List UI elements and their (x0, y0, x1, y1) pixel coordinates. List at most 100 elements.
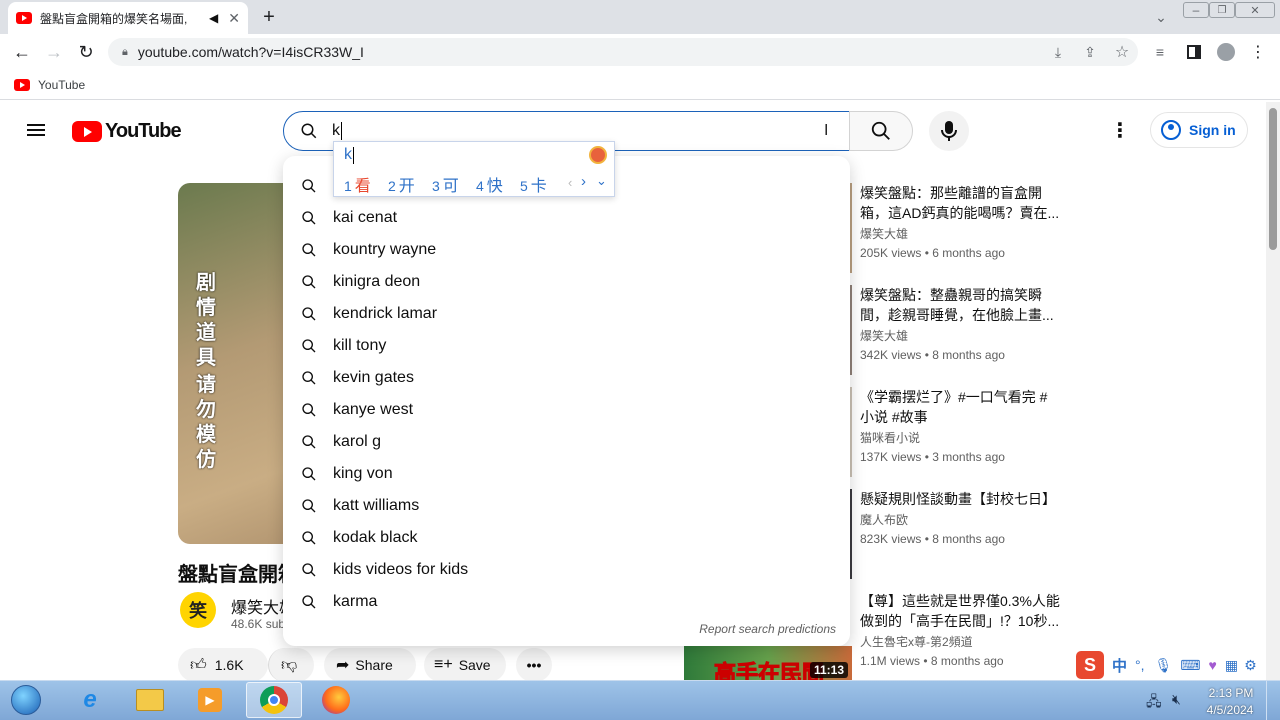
lock-icon[interactable]: 🔒︎ (122, 46, 128, 59)
save-button[interactable]: ≡+ Save (424, 648, 506, 682)
sidebar-thumbnail-5[interactable]: 高手在民間 11:13 (684, 646, 852, 680)
ime-settings-icon[interactable]: ⚙︎ (1244, 657, 1257, 674)
sidebar-item-3[interactable]: 《学霸摆烂了》#一口气看完 #小说 #故事 猫咪看小说 137K views •… (860, 387, 1060, 464)
clock-time[interactable]: 2:13 PM (1208, 686, 1254, 700)
show-desktop-button[interactable] (1266, 681, 1280, 720)
sidebar-item-4[interactable]: 懸疑規則怪談動畫【封校七日】 魔人布欧 823K views • 8 month… (860, 489, 1060, 546)
chrome-menu-icon[interactable]: ⋮ (1246, 40, 1270, 64)
more-actions-button[interactable]: ••• (516, 648, 552, 682)
suggestion-text: katt williams (333, 497, 420, 514)
sidebar-item-5[interactable]: 【尊】這些就是世界僅0.3%人能做到的「高手在民間」!？10秒... 人生魯宅x… (860, 591, 1060, 668)
suggestion-item[interactable]: kountry wayne (283, 234, 850, 266)
suggestion-item[interactable]: kendrick lamar (283, 298, 850, 330)
taskbar-file-explorer[interactable] (124, 682, 176, 718)
network-icon[interactable]: 🖧︎ (1146, 691, 1162, 715)
search-button[interactable] (849, 111, 913, 151)
ime-candidate[interactable]: 3可 (432, 172, 459, 196)
ime-candidate[interactable]: 2开 (388, 172, 415, 196)
suggestion-item[interactable]: katt williams (283, 490, 850, 522)
browser-tab[interactable]: 盤點盲盒開箱的爆笑名場面, ◀︎ ✕ (8, 2, 248, 34)
suggestion-text: kinigra deon (333, 273, 421, 290)
search-icon (302, 467, 316, 481)
profile-icon[interactable] (1214, 40, 1238, 64)
ime-candidate-char: 看 (354, 178, 371, 195)
ime-expand-icon[interactable]: ⌄ (596, 173, 607, 189)
taskbar-firefox[interactable] (310, 682, 362, 718)
search-icon (302, 339, 316, 353)
share-button[interactable]: ➦ Share (324, 648, 416, 682)
back-icon[interactable]: ← (10, 40, 34, 64)
toolbox-icon[interactable]: ▦ (1225, 657, 1238, 674)
search-icon (302, 211, 316, 225)
skin-icon[interactable]: ♥ (1209, 657, 1217, 673)
suggestion-item[interactable]: kill tony (283, 330, 850, 362)
ime-candidate-number: 4 (476, 178, 484, 194)
tab-close-icon[interactable]: ✕ (228, 10, 240, 27)
sidebar-item-1[interactable]: 爆笑盤點：那些離譜的盲盒開箱，這AD鈣真的能喝嗎？賣在... 爆笑大雄 205K… (860, 183, 1060, 260)
video-title: 盤點盲盒開箱 (178, 564, 298, 586)
media-control-icon[interactable]: ≡ (1148, 40, 1172, 64)
restore-icon[interactable]: ❐ (1209, 2, 1235, 18)
ime-candidate[interactable]: 4快 (476, 172, 503, 196)
share-page-icon[interactable]: ⇪ (1078, 40, 1102, 64)
start-button[interactable] (6, 682, 46, 718)
suggestion-item[interactable]: karma (283, 586, 850, 618)
ime-candidate-char: 可 (442, 178, 459, 195)
suggestion-item[interactable]: kevin gates (283, 362, 850, 394)
install-icon[interactable]: ⤓ (1046, 40, 1070, 64)
side-panel-icon[interactable] (1182, 40, 1206, 64)
volume-muted-icon[interactable]: 🔇︎ (1172, 691, 1181, 708)
taskbar-internet-explorer[interactable]: e (64, 682, 116, 718)
address-bar[interactable]: 🔒︎ youtube.com/watch?v=I4isCR33W_I (108, 38, 1138, 66)
ime-prev-icon[interactable]: ‹ (568, 175, 572, 190)
search-icon (302, 371, 316, 385)
window-close-icon[interactable]: ✕ (1235, 2, 1275, 18)
new-tab-icon[interactable]: + (257, 5, 281, 29)
sidebar-item-title: 爆笑盤點：整蠱親哥的搞笑瞬間，趁親哥睡覺，在他臉上畫... (860, 287, 1054, 323)
taskbar-chrome[interactable] (246, 682, 302, 718)
suggestion-item[interactable]: kanye west (283, 394, 850, 426)
suggestion-text: karma (333, 593, 378, 610)
thumbnail-caption-right: 请勿模仿 (196, 374, 216, 471)
reload-icon[interactable]: ↻ (74, 40, 98, 64)
playlist-add-icon: ≡+ (434, 656, 453, 673)
sign-in-button[interactable]: Sign in (1150, 112, 1248, 148)
forward-icon[interactable]: → (42, 40, 66, 64)
bookmark-youtube[interactable]: YouTube (14, 78, 85, 92)
settings-menu-icon[interactable]: ⋮ (1110, 118, 1130, 143)
scrollbar-thumb[interactable] (1269, 108, 1277, 250)
channel-avatar[interactable]: 笑 (180, 592, 216, 628)
ime-skin-icon[interactable] (589, 146, 607, 164)
ime-voice-icon[interactable]: 🎙︎ (1155, 657, 1173, 674)
ime-next-icon[interactable]: › (581, 173, 586, 190)
search-icon (301, 123, 317, 139)
keyboard-icon[interactable]: ⌨︎ (1180, 657, 1200, 674)
ime-mode-label[interactable]: 中 (1112, 655, 1127, 676)
suggestion-item[interactable]: kinigra deon (283, 266, 850, 298)
ime-caret (353, 147, 354, 164)
tab-search-icon[interactable]: ⌄ (1149, 5, 1173, 29)
guide-menu-icon[interactable] (27, 121, 45, 139)
dislike-button[interactable]: 👎︎ (268, 648, 314, 682)
ime-candidate[interactable]: 5卡 (520, 172, 547, 196)
sogou-logo-icon[interactable]: S (1076, 651, 1104, 679)
ime-candidate[interactable]: 1看 (344, 172, 371, 196)
minimize-icon[interactable]: – (1183, 2, 1209, 18)
punctuation-icon[interactable]: °, (1135, 657, 1145, 673)
youtube-logo[interactable]: YouTube (72, 120, 182, 143)
like-button[interactable]: 👍︎ 1.6K (178, 648, 268, 682)
clock-date[interactable]: 4/5/2024 (1202, 703, 1258, 717)
taskbar-media-player[interactable]: ▶ (184, 682, 236, 718)
suggestion-item[interactable]: kodak black (283, 522, 850, 554)
suggestion-item[interactable]: kids videos for kids (283, 554, 850, 586)
sidebar-item-2[interactable]: 爆笑盤點：整蠱親哥的搞笑瞬間，趁親哥睡覺，在他臉上畫... 爆笑大雄 342K … (860, 285, 1060, 362)
account-icon (1161, 120, 1181, 140)
suggestion-item[interactable]: karol g (283, 426, 850, 458)
bookmarks-bar: YouTube (0, 70, 1280, 100)
voice-search-button[interactable] (929, 111, 969, 151)
bookmark-star-icon[interactable]: ☆ (1110, 40, 1134, 64)
suggestion-item[interactable]: king von (283, 458, 850, 490)
report-predictions-link[interactable]: Report search predictions (699, 622, 836, 636)
speaker-icon[interactable]: ◀︎ (209, 11, 218, 25)
suggestion-item[interactable]: kai cenat (283, 202, 850, 234)
